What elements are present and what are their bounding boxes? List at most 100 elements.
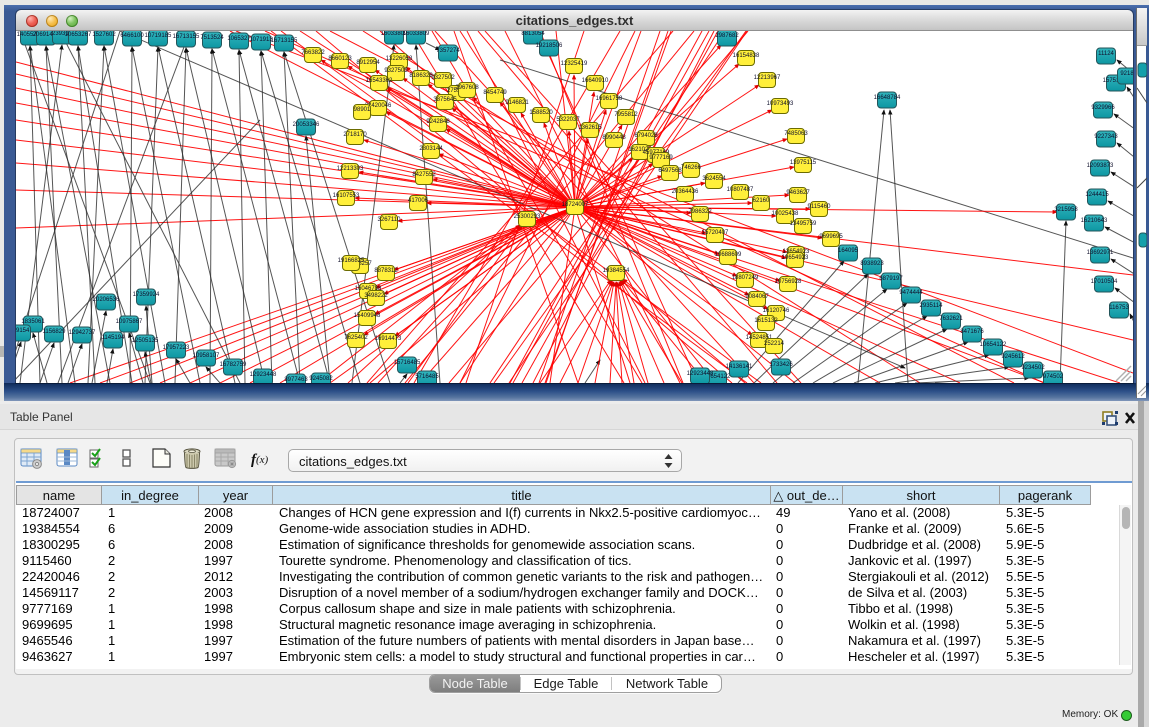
svg-text:12213303: 12213303 (337, 166, 364, 172)
svg-text:62160: 62160 (753, 198, 770, 204)
svg-text:9327503: 9327503 (384, 68, 408, 74)
svg-text:16640910: 16640910 (582, 78, 609, 84)
svg-text:1527602: 1527602 (92, 32, 116, 38)
svg-text:8990448: 8990448 (602, 135, 626, 141)
svg-text:9327502: 9327502 (431, 75, 455, 81)
svg-text:15720407: 15720407 (702, 230, 729, 236)
svg-text:12093873: 12093873 (1087, 163, 1114, 169)
svg-text:16120746: 16120746 (763, 308, 790, 314)
svg-text:2967608: 2967608 (455, 85, 479, 91)
svg-text:2935114: 2935114 (920, 303, 944, 309)
svg-text:15409948: 15409948 (354, 313, 381, 319)
svg-text:8912954: 8912954 (356, 60, 380, 66)
svg-text:10958107: 10958107 (193, 353, 220, 359)
svg-text:252214: 252214 (764, 341, 785, 347)
svg-text:3624554: 3624554 (702, 176, 726, 182)
svg-text:116753: 116753 (1109, 305, 1129, 311)
svg-text:9329966: 9329966 (1091, 105, 1115, 111)
svg-text:13226058: 13226058 (386, 56, 413, 62)
svg-text:6466100: 6466100 (120, 33, 144, 39)
svg-text:14136141: 14136141 (726, 364, 753, 370)
svg-text:12923448: 12923448 (687, 371, 714, 377)
svg-text:9227343: 9227343 (1094, 134, 1118, 140)
svg-text:8186328: 8186328 (409, 73, 433, 79)
svg-text:10756928: 10756928 (775, 279, 802, 285)
svg-text:7357274: 7357274 (436, 48, 460, 54)
svg-text:417006: 417006 (408, 198, 429, 204)
svg-text:25300293: 25300293 (514, 214, 541, 220)
svg-text:16033809: 16033809 (403, 31, 430, 37)
svg-text:18724007: 18724007 (562, 202, 589, 208)
svg-text:13495759: 13495759 (790, 221, 817, 227)
svg-text:1362615: 1362615 (578, 125, 602, 131)
svg-text:9699695: 9699695 (819, 234, 843, 240)
svg-text:7625402: 7625402 (344, 335, 368, 341)
svg-text:6879197: 6879197 (879, 276, 903, 282)
svg-text:16648784: 16648784 (874, 95, 901, 101)
svg-text:8454749: 8454749 (483, 90, 507, 96)
svg-text:6794028: 6794028 (634, 133, 658, 139)
svg-text:17010504: 17010504 (1091, 279, 1118, 285)
svg-text:3267110: 3267110 (378, 217, 402, 223)
svg-text:10653267: 10653267 (65, 32, 92, 38)
svg-text:13975115: 13975115 (790, 160, 817, 166)
svg-text:5322037: 5322037 (556, 117, 580, 123)
svg-text:7485063: 7485063 (784, 131, 808, 137)
svg-text:5716485: 5716485 (415, 374, 439, 380)
svg-text:39154: 39154 (16, 328, 30, 334)
svg-text:(x): (x) (256, 454, 269, 466)
svg-text:1065327: 1065327 (227, 36, 251, 42)
svg-text:20053346: 20053346 (293, 122, 320, 128)
svg-text:12942737: 12942737 (69, 330, 96, 336)
svg-text:98901: 98901 (354, 107, 371, 113)
svg-text:12505135: 12505135 (132, 338, 159, 344)
svg-text:974502: 974502 (1043, 374, 1064, 380)
svg-text:10688609: 10688609 (715, 252, 742, 258)
svg-text:3875645: 3875645 (433, 97, 457, 103)
svg-text:3215958: 3215958 (1054, 207, 1078, 213)
svg-text:9245612: 9245612 (1001, 354, 1025, 360)
svg-text:11124: 11124 (1098, 51, 1114, 57)
svg-text:1835061: 1835061 (21, 319, 45, 325)
svg-text:16961758: 16961758 (596, 96, 623, 102)
svg-text:16713155: 16713155 (173, 34, 200, 40)
svg-text:1615132: 1615132 (754, 318, 778, 324)
svg-text:1733426: 1733426 (769, 362, 793, 368)
svg-text:16210643: 16210643 (1081, 218, 1108, 224)
svg-text:7632621: 7632621 (939, 316, 963, 322)
svg-text:8471676: 8471676 (960, 329, 984, 335)
svg-text:6497568: 6497568 (658, 168, 682, 174)
svg-text:10719185: 10719185 (145, 33, 172, 39)
svg-text:8938923: 8938923 (860, 261, 884, 267)
svg-text:16543362: 16543362 (366, 78, 393, 84)
svg-text:8660123: 8660123 (328, 56, 352, 62)
svg-text:7986322: 7986322 (688, 209, 712, 215)
svg-text:1588520: 1588520 (529, 110, 553, 116)
svg-text:9474444: 9474444 (899, 290, 923, 296)
svg-text:9146821: 9146821 (505, 100, 529, 106)
svg-text:8813054: 8813054 (521, 31, 545, 37)
svg-text:16154838: 16154838 (733, 53, 760, 59)
svg-text:12325419: 12325419 (561, 61, 588, 67)
svg-text:19654923: 19654923 (782, 255, 809, 261)
svg-text:2803144: 2803144 (419, 146, 443, 152)
svg-text:10025438: 10025438 (772, 211, 799, 217)
svg-text:15716485: 15716485 (394, 360, 421, 366)
svg-text:10973493: 10973493 (767, 101, 794, 107)
svg-text:7663822: 7663822 (301, 50, 325, 56)
svg-text:9115460: 9115460 (808, 204, 832, 210)
svg-text:9242848: 9242848 (426, 119, 450, 125)
svg-text:18807249: 18807249 (732, 275, 759, 281)
svg-text:1244415: 1244415 (1085, 192, 1109, 198)
svg-text:10654122: 10654122 (980, 342, 1007, 348)
svg-text:746266: 746266 (681, 165, 702, 171)
svg-text:19166825: 19166825 (338, 258, 365, 264)
svg-text:9777169: 9777169 (649, 155, 673, 161)
svg-text:3498222: 3498222 (364, 293, 388, 299)
svg-text:10807487: 10807487 (727, 187, 754, 193)
svg-text:13692971: 13692971 (1087, 250, 1114, 256)
svg-text:2987682: 2987682 (715, 33, 739, 39)
svg-text:164095: 164095 (838, 248, 859, 254)
svg-text:20364436: 20364436 (672, 189, 699, 195)
svg-text:9218: 9218 (1120, 71, 1133, 77)
